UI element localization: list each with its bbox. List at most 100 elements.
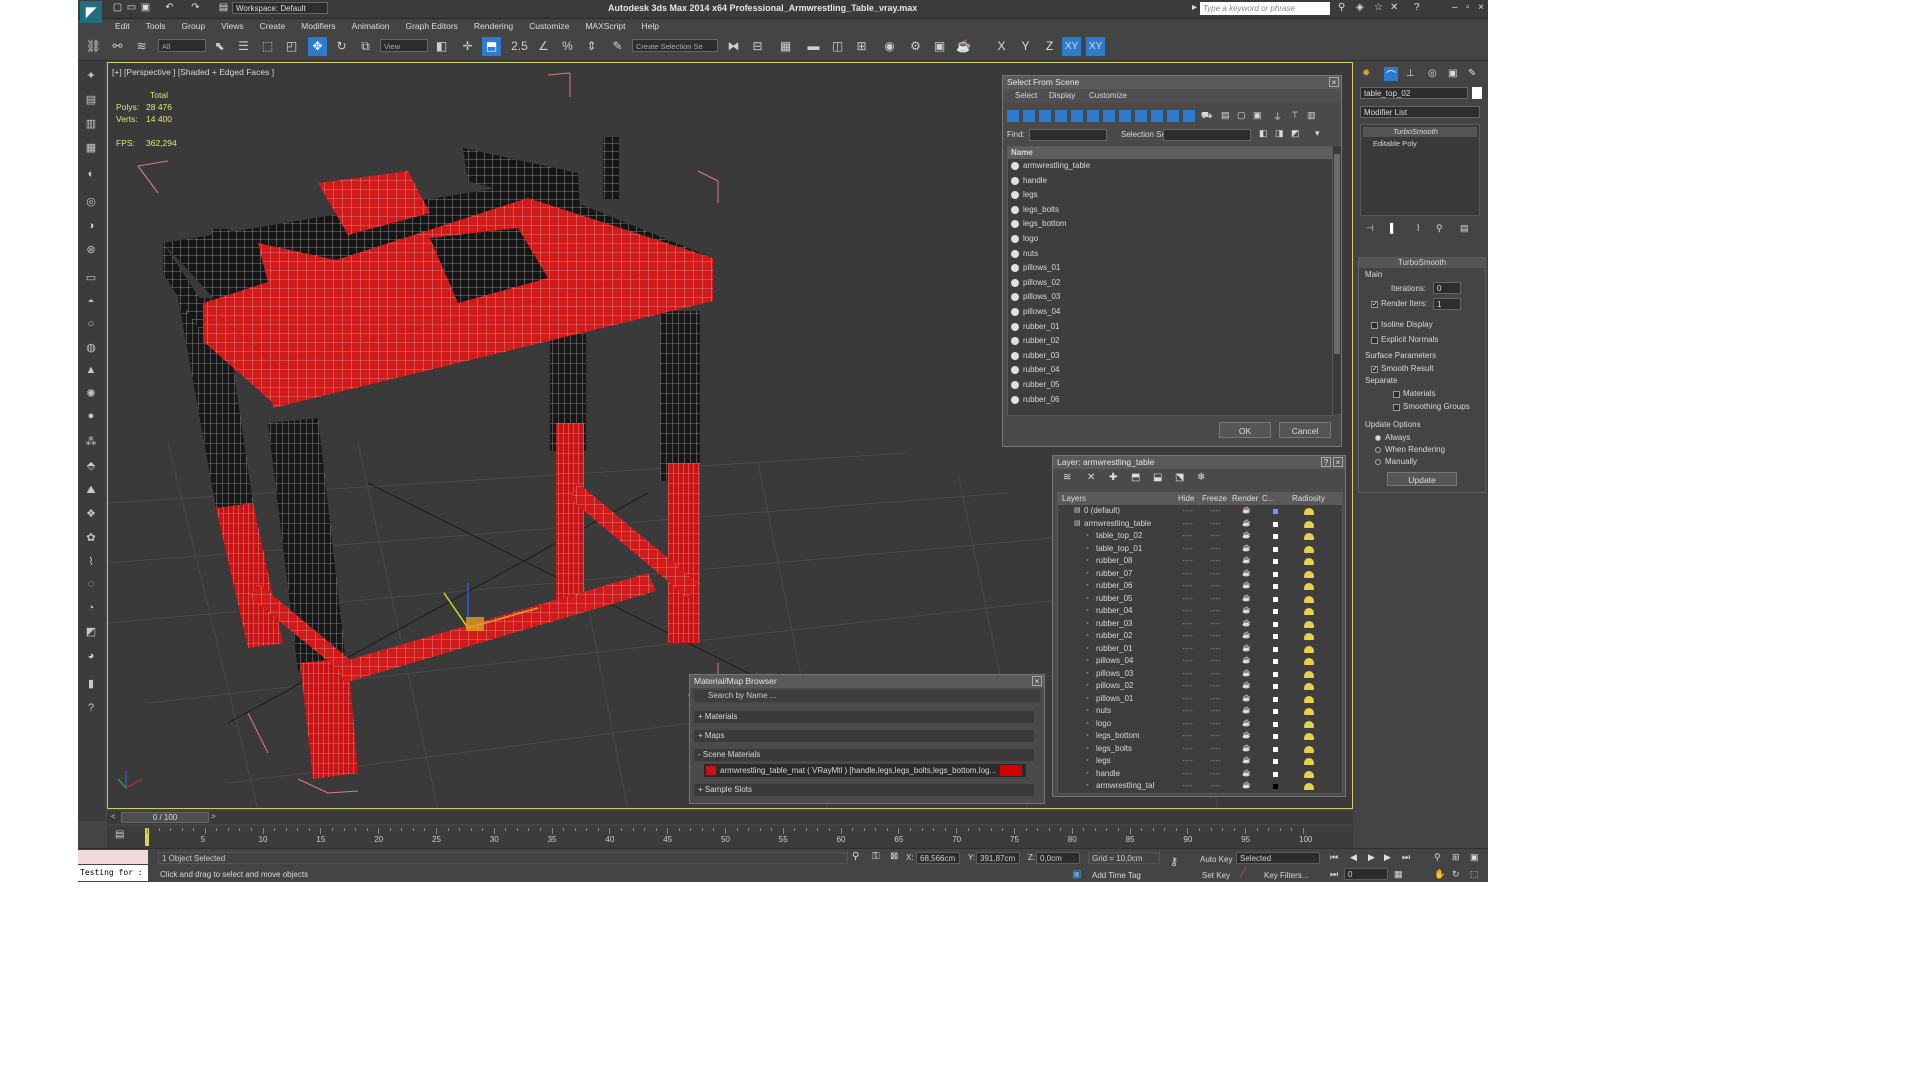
- viewcube-icon[interactable]: ◔: [83, 601, 99, 615]
- terrain-icon[interactable]: ⛰: [83, 483, 99, 497]
- layer-row[interactable]: handle ◦ ---- ---- ☕: [1058, 768, 1338, 781]
- section-maps[interactable]: + Maps: [694, 730, 1034, 742]
- time-slider-next-icon[interactable]: >: [211, 812, 216, 821]
- radiosity-icon[interactable]: [1304, 658, 1314, 665]
- radiosity-icon[interactable]: [1304, 670, 1314, 678]
- menu-graph-editors[interactable]: Graph Editors: [398, 19, 466, 32]
- render-teapot-icon[interactable]: ☕: [1242, 730, 1251, 743]
- hide-toggle[interactable]: ----: [1182, 543, 1193, 556]
- select-none-icon[interactable]: ▢: [1237, 110, 1249, 122]
- hide-toggle[interactable]: ----: [1182, 780, 1193, 793]
- close-button[interactable]: ×: [1478, 2, 1484, 13]
- section-scene-materials[interactable]: - Scene Materials: [694, 749, 1034, 761]
- hide-toggle[interactable]: ----: [1182, 530, 1193, 543]
- snaps-toggle-icon[interactable]: 2.5: [510, 37, 529, 56]
- hide-toggle[interactable]: ----: [1182, 693, 1193, 706]
- layer-color-swatch[interactable]: [1273, 684, 1278, 689]
- render-teapot-icon[interactable]: ☕: [1242, 705, 1251, 718]
- pin-stack-icon[interactable]: ⊣: [1366, 223, 1374, 234]
- highlight-layer-icon[interactable]: ⬓: [1153, 472, 1162, 483]
- current-frame-field[interactable]: 0: [1344, 868, 1388, 880]
- hide-toggle[interactable]: ----: [1182, 668, 1193, 681]
- render-teapot-icon[interactable]: ☕: [1242, 643, 1251, 656]
- perspective-viewport[interactable]: [+] [Perspective ] [Shaded + Edged Faces…: [107, 62, 1353, 809]
- render-teapot-icon[interactable]: ☕: [1242, 543, 1251, 556]
- geosphere-icon[interactable]: ●: [83, 409, 99, 423]
- tab-customize[interactable]: Customize: [1089, 91, 1127, 100]
- x-coord-field[interactable]: 68,566cm: [916, 852, 960, 864]
- hide-toggle[interactable]: ----: [1182, 618, 1193, 631]
- add-to-layer-icon[interactable]: ✚: [1109, 472, 1117, 483]
- freeze-toggle[interactable]: ----: [1210, 543, 1221, 556]
- section-materials[interactable]: + Materials: [694, 711, 1034, 723]
- layer-color-swatch[interactable]: [1273, 734, 1278, 739]
- hide-toggle[interactable]: ----: [1182, 568, 1193, 581]
- layer-color-swatch[interactable]: [1273, 746, 1278, 752]
- cone-icon[interactable]: ◓: [83, 295, 99, 309]
- bind-spacewarp-icon[interactable]: ≋: [132, 37, 151, 56]
- radiosity-icon[interactable]: [1304, 558, 1314, 565]
- freeze-toggle[interactable]: ----: [1210, 655, 1221, 668]
- filter-hidden-icon[interactable]: [1183, 110, 1195, 122]
- show-end-result-icon[interactable]: ▌: [1390, 223, 1396, 233]
- zoom-extents-icon[interactable]: ▣: [1470, 852, 1479, 863]
- freeze-toggle[interactable]: ----: [1210, 780, 1221, 793]
- keyboard-shortcut-icon[interactable]: ⬒: [482, 37, 501, 56]
- select-in-layer-icon[interactable]: ⬒: [1131, 472, 1140, 483]
- freeze-toggle[interactable]: ----: [1210, 680, 1221, 693]
- render-iters-spinner[interactable]: 1: [1433, 298, 1461, 310]
- separate-smoothing-checkbox[interactable]: [1393, 404, 1400, 411]
- window-crossing-icon[interactable]: ◰: [282, 37, 301, 56]
- freeze-toggle[interactable]: ----: [1210, 743, 1221, 756]
- select-from-scene-close-button[interactable]: ×: [1329, 77, 1339, 87]
- render-teapot-icon[interactable]: ☕: [1242, 618, 1251, 631]
- tab-display[interactable]: Display: [1049, 91, 1075, 100]
- mirror-icon[interactable]: ⧓: [724, 37, 743, 56]
- material-browser-close-button[interactable]: ×: [1032, 676, 1042, 686]
- scene-object-row[interactable]: logo: [1008, 232, 1332, 247]
- percent-snap-icon[interactable]: %: [558, 37, 577, 56]
- columns-icon[interactable]: ▥: [1307, 110, 1319, 122]
- layer-color-swatch[interactable]: [1273, 509, 1278, 514]
- layer-row[interactable]: table_top_02 ◦ ---- ---- ☕: [1058, 530, 1338, 543]
- axis-x-button[interactable]: X: [992, 37, 1011, 56]
- delete-layer-icon[interactable]: ✕: [1087, 472, 1095, 483]
- radiosity-icon[interactable]: [1304, 608, 1314, 615]
- hide-toggle[interactable]: ----: [1182, 593, 1193, 606]
- prev-frame-icon[interactable]: ◀: [1350, 852, 1357, 863]
- named-selection-set-dropdown[interactable]: Create Selection Se: [632, 39, 718, 52]
- modifier-list-dropdown[interactable]: Modifier List: [1360, 106, 1480, 118]
- render-teapot-icon[interactable]: ☕: [1242, 605, 1251, 618]
- object-name-field[interactable]: table_top_02: [1360, 87, 1468, 99]
- utilities-tab-icon[interactable]: ✎: [1468, 68, 1476, 79]
- ok-button[interactable]: OK: [1219, 422, 1271, 438]
- menu-modifiers[interactable]: Modifiers: [294, 19, 344, 32]
- layer-help-button[interactable]: ?: [1321, 457, 1331, 467]
- link-icon[interactable]: ⛓: [84, 37, 103, 56]
- help-icon[interactable]: ?: [1414, 2, 1420, 14]
- stack-item-editable-poly[interactable]: Editable Poly: [1363, 139, 1477, 149]
- list-scrollbar[interactable]: [1333, 146, 1341, 414]
- scene-object-row[interactable]: legs_bottom: [1008, 217, 1332, 232]
- freeze-toggle[interactable]: ----: [1210, 668, 1221, 681]
- render-teapot-icon[interactable]: ☕: [1242, 568, 1251, 581]
- hide-toggle[interactable]: ----: [1182, 605, 1193, 618]
- render-teapot-icon[interactable]: ☕: [1242, 505, 1251, 518]
- update-manually-radio[interactable]: [1375, 459, 1381, 465]
- modify-tab-icon[interactable]: ⌒: [1384, 67, 1398, 82]
- layer-color-swatch[interactable]: [1273, 521, 1278, 527]
- list-scrollbar-thumb[interactable]: [1334, 154, 1340, 354]
- y-coord-field[interactable]: 391,87cm: [976, 852, 1020, 864]
- freeze-toggle[interactable]: ----: [1210, 705, 1221, 718]
- radiosity-icon[interactable]: [1304, 695, 1314, 703]
- hierarchy-icon[interactable]: ⊤: [1291, 110, 1303, 122]
- sun-icon[interactable]: ✺: [83, 387, 99, 401]
- layer-color-swatch[interactable]: [1273, 634, 1278, 639]
- radiosity-icon[interactable]: [1304, 758, 1314, 765]
- layer-color-swatch[interactable]: [1273, 696, 1278, 702]
- rendered-frame-icon[interactable]: ▣: [930, 37, 949, 56]
- hide-toggle[interactable]: ----: [1182, 505, 1193, 518]
- filter-all-icon[interactable]: ⛟: [1201, 110, 1213, 122]
- pyramid-icon[interactable]: ▲: [83, 363, 99, 377]
- box-icon[interactable]: ▭: [83, 271, 99, 285]
